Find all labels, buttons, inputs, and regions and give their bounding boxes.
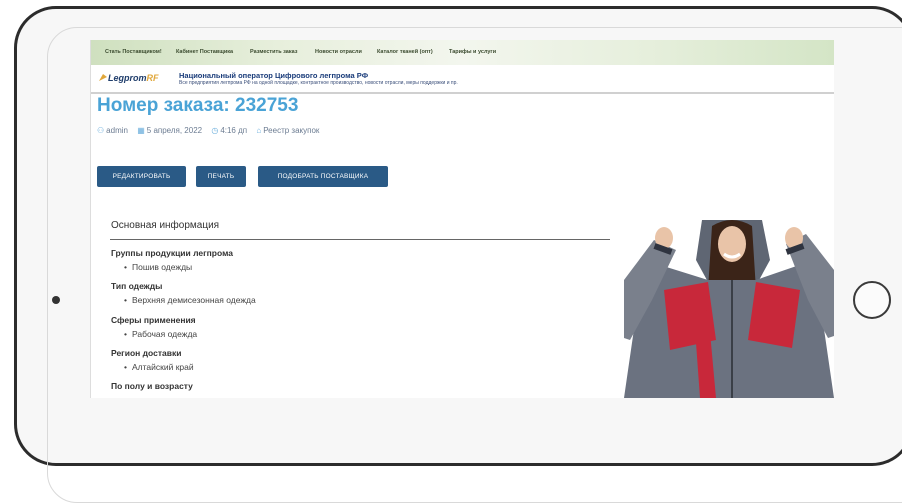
nav-item-become-supplier[interactable]: Стать Поставщиком! bbox=[105, 49, 162, 55]
nav-item-place-order[interactable]: Разместить заказ bbox=[250, 49, 297, 55]
camera-icon bbox=[52, 296, 60, 304]
field-value-product-groups: Пошив одежды bbox=[124, 262, 192, 272]
site-logo[interactable]: LegpromRF bbox=[108, 73, 159, 83]
calendar-icon: ▦ bbox=[137, 126, 145, 135]
field-label-application: Сферы применения bbox=[111, 315, 196, 325]
field-label-delivery-region: Регион доставки bbox=[111, 348, 182, 358]
pick-supplier-button[interactable]: ПОДОБРАТЬ ПОСТАВЩИКА bbox=[258, 166, 388, 187]
user-icon: ⚇ bbox=[97, 126, 105, 135]
top-navigation: Стать Поставщиком! Кабинет Поставщика Ра… bbox=[91, 40, 834, 65]
nav-item-industry-news[interactable]: Новости отрасли bbox=[315, 49, 362, 55]
print-button[interactable]: ПЕЧАТЬ bbox=[196, 166, 246, 187]
brand-bar: LegpromRF Национальный оператор Цифровог… bbox=[91, 65, 834, 94]
field-value-application: Рабочая одежда bbox=[124, 329, 197, 339]
post-meta: ⚇ admin ▦ 5 апреля, 2022 ◷ 4:16 дп ⌂ Реестр … bbox=[97, 126, 326, 135]
field-label-product-groups: Группы продукции легпрома bbox=[111, 248, 233, 258]
section-divider bbox=[110, 239, 610, 240]
home-button[interactable] bbox=[853, 281, 891, 319]
author-link[interactable]: admin bbox=[106, 126, 128, 135]
edit-button[interactable]: РЕДАКТИРОВАТЬ bbox=[97, 166, 186, 187]
section-title: Основная информация bbox=[111, 220, 220, 231]
logo-leaf-icon bbox=[99, 74, 107, 81]
screen: Стать Поставщиком! Кабинет Поставщика Ра… bbox=[90, 40, 834, 398]
field-label-clothing-type: Тип одежды bbox=[111, 281, 163, 291]
post-time: 4:16 дп bbox=[220, 126, 248, 135]
brand-subtitle: Все предприятия легпрома РФ на одной пло… bbox=[179, 80, 458, 86]
category-link[interactable]: Реестр закупок bbox=[263, 126, 319, 135]
product-photo bbox=[624, 220, 834, 398]
brand-title: Национальный оператор Цифрового легпрома… bbox=[179, 71, 369, 80]
field-value-clothing-type: Верхняя демисезонная одежда bbox=[124, 295, 256, 305]
field-value-delivery-region: Алтайский край bbox=[124, 362, 194, 372]
clock-icon: ◷ bbox=[211, 126, 219, 135]
nav-item-supplier-cabinet[interactable]: Кабинет Поставщика bbox=[176, 49, 233, 55]
nav-item-fabric-catalog[interactable]: Каталог тканей (опт) bbox=[377, 49, 433, 55]
nav-item-tariffs[interactable]: Тарифы и услуги bbox=[449, 49, 496, 55]
page-title: Номер заказа: 232753 bbox=[97, 95, 299, 116]
tag-icon: ⌂ bbox=[256, 126, 262, 135]
post-date: 5 апреля, 2022 bbox=[146, 126, 203, 135]
field-label-gender-age: По полу и возрасту bbox=[111, 381, 193, 391]
